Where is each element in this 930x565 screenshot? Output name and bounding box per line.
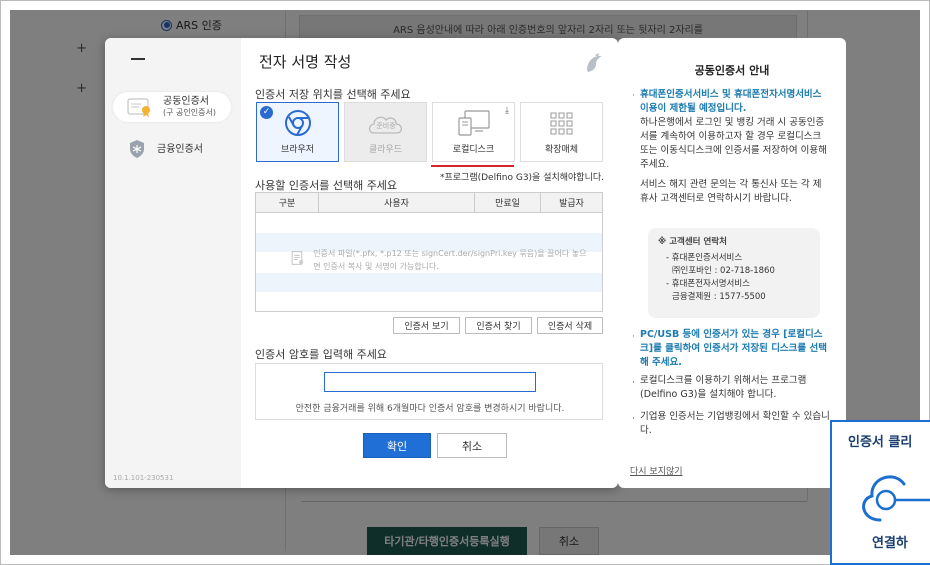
column-header[interactable]: 구분 xyxy=(256,193,319,212)
signature-modal: 공동인증서 (구 공인인증서) 금융인증서 10.1.101-230531 전자 … xyxy=(105,38,618,488)
tab-label: 금융인증서 xyxy=(157,143,203,155)
download-icon[interactable]: ⤓ xyxy=(505,106,509,116)
cert-select-label: 사용할 인증서를 선택해 주세요 xyxy=(255,179,398,192)
info-notice-1: 휴대폰인증서서비스 및 휴대폰전자서명서비스 이용이 제한될 예정입니다. 하나… xyxy=(640,88,830,172)
modal-sidebar: 공동인증서 (구 공인인증서) 금융인증서 10.1.101-230531 xyxy=(105,38,241,488)
version-text: 10.1.101-230531 xyxy=(113,474,174,482)
cloud-connect-icon xyxy=(862,475,930,522)
info-notice-body-2: 서비스 해지 관련 문의는 각 통신사 또는 각 제휴사 고객센터로 연락하시기… xyxy=(640,179,822,204)
password-label: 인증서 암호를 입력해 주세요 xyxy=(255,348,387,361)
drop-zone-text: 인증서 파일(*.pfx, *.p12 또는 signCert.der/sign… xyxy=(313,249,587,271)
password-hint: 안전한 금융거래를 위해 6개월마다 인증서 암호를 변경하시기 바랍니다. xyxy=(295,404,565,414)
info-notice-3: 로컬디스크를 이용하기 위해서는 프로그램(Delfino G3)을 설치해야 … xyxy=(640,375,807,400)
certificate-icon xyxy=(127,98,150,117)
grid-icon xyxy=(550,112,572,135)
bullet-icon: · xyxy=(632,378,635,388)
column-header[interactable]: 만료일 xyxy=(475,193,541,212)
table-row xyxy=(256,213,602,233)
install-note: *프로그램(Delfino G3)을 설치해야합니다. xyxy=(440,173,605,183)
local-disk-icon xyxy=(457,110,490,136)
table-row xyxy=(256,273,602,293)
info-panel: 공동인증서 안내 · 휴대폰인증서서비스 및 휴대폰전자서명서비스 이용이 제한… xyxy=(618,38,846,488)
location-cloud: 준비중 클라우드 xyxy=(344,102,427,162)
browser-icon xyxy=(284,110,311,136)
location-browser[interactable]: ✓ 브라우저 xyxy=(256,102,339,162)
tab-financial-certificate[interactable]: 금융인증서 xyxy=(113,134,231,164)
location-label: 클라우드 xyxy=(368,145,403,155)
table-header: 구분 사용자 만료일 발급자 xyxy=(256,193,602,213)
delete-cert-button[interactable]: 인증서 삭제 xyxy=(537,317,603,334)
widget-title: 인증서 클리 xyxy=(848,435,913,450)
tab-joint-certificate[interactable]: 공동인증서 (구 공인인증서) xyxy=(113,92,231,122)
location-label: 로컬디스크 xyxy=(452,145,495,155)
info-notice-2: PC/USB 등에 인증서가 있는 경우 [로컬디스크]를 클릭하여 인증서가 … xyxy=(640,329,827,368)
password-box: 안전한 금융거래를 위해 6개월마다 인증서 암호를 변경하시기 바랍니다. xyxy=(255,363,603,420)
info-notice-4: 기업용 인증서는 기업뱅킹에서 확인할 수 있습니다. xyxy=(640,411,830,436)
view-cert-button[interactable]: 인증서 보기 xyxy=(393,317,460,334)
bullet-icon: · xyxy=(632,91,635,101)
info-notice-body: 하나은행에서 로그인 및 뱅킹 거래 시 공동인증서를 계속하여 이용하고자 할… xyxy=(640,117,827,170)
contact-phone: ㈜인포바인 : 02-718-1860 xyxy=(672,266,775,276)
confirm-button[interactable]: 확인 xyxy=(363,433,431,458)
info-notice-highlight: 휴대폰인증서서비스 및 휴대폰전자서명서비스 이용이 제한될 예정입니다. xyxy=(640,89,822,114)
dismiss-link[interactable]: 다시 보지않기 xyxy=(630,464,683,477)
find-cert-button[interactable]: 인증서 찾기 xyxy=(465,317,532,334)
cloud-badge: 준비중 xyxy=(376,121,396,130)
location-external-media[interactable]: 확장매체 xyxy=(520,102,603,162)
cloud-icon: 준비중 xyxy=(368,116,402,134)
modal-title: 전자 서명 작성 xyxy=(259,53,352,71)
local-disk-underline xyxy=(431,165,514,167)
modal-main: 전자 서명 작성 인증서 저장 위치를 선택해 주세요 ✓ 브라우저 준비중 클… xyxy=(241,38,618,488)
minimize-icon[interactable] xyxy=(131,58,145,60)
bullet-icon: · xyxy=(632,414,635,424)
location-label: 브라우저 xyxy=(280,145,315,155)
info-title: 공동인증서 안내 xyxy=(694,64,770,77)
contact-name: - 휴대폰인증서서비스 xyxy=(666,253,743,263)
location-label: 확장매체 xyxy=(544,145,579,155)
cert-connect-widget[interactable]: 인증서 클리 연결하 xyxy=(830,420,930,565)
storage-location-label: 인증서 저장 위치를 선택해 주세요 xyxy=(255,88,411,101)
dolphin-logo-icon xyxy=(584,52,604,77)
checked-icon: ✓ xyxy=(260,106,273,119)
column-header[interactable]: 사용자 xyxy=(319,193,475,212)
tab-sublabel: (구 공인인증서) xyxy=(163,108,216,117)
contact-name: - 휴대폰전자서명서비스 xyxy=(666,279,750,289)
certificate-table: 구분 사용자 만료일 발급자 인증서 파일(*.pfx, *.p12 또는 si… xyxy=(255,192,603,312)
drop-zone[interactable]: 인증서 파일(*.pfx, *.p12 또는 signCert.der/sign… xyxy=(290,247,590,273)
tab-label: 공동인증서 xyxy=(163,96,209,107)
password-input[interactable] xyxy=(324,372,536,392)
location-local-disk[interactable]: ⤓ 로컬디스크 xyxy=(432,102,515,162)
widget-label: 연결하 xyxy=(872,536,908,551)
column-header[interactable]: 발급자 xyxy=(541,193,602,212)
contact-phone: 금융결제원 : 1577-5500 xyxy=(672,292,766,302)
cancel-button[interactable]: 취소 xyxy=(437,433,507,458)
shield-icon xyxy=(130,140,144,158)
contact-title: ※ 고객센터 연락처 xyxy=(658,237,727,247)
document-icon xyxy=(291,251,304,265)
bullet-icon: · xyxy=(632,332,635,342)
contact-box: ※ 고객센터 연락처 - 휴대폰인증서서비스 ㈜인포바인 : 02-718-18… xyxy=(648,228,820,318)
